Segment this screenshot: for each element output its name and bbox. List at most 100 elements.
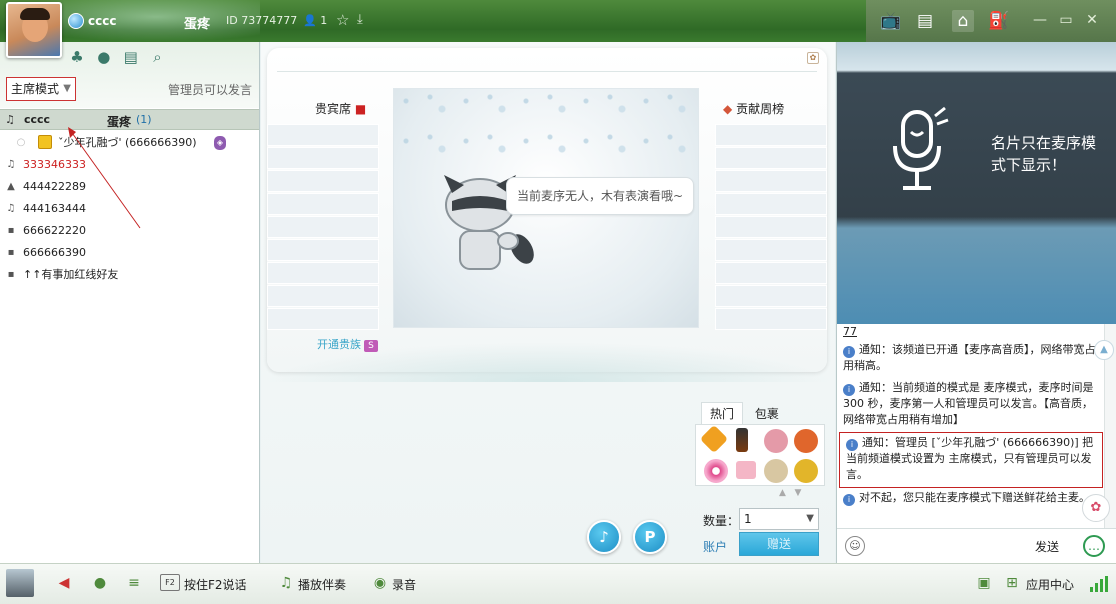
people-icon[interactable]: ♣ bbox=[68, 48, 86, 66]
card-hint: 名片只在麦序模式下显示！ bbox=[991, 134, 1097, 174]
user-list: ○ ˇ少年孔融づ' (666666390) ◈ ♫ 333346333 ▲ 44… bbox=[0, 132, 259, 286]
gift-pig-icon[interactable] bbox=[764, 429, 788, 453]
list-item[interactable]: ▪ ↑↑有事加红线好友 bbox=[0, 264, 259, 286]
gamepad-icon[interactable]: ⛽ bbox=[988, 10, 1010, 32]
microphone-icon[interactable]: ● bbox=[90, 573, 110, 593]
user-dot-icon: ▪ bbox=[7, 269, 15, 280]
chat-bubble-icon[interactable]: … bbox=[1083, 535, 1105, 557]
tab-hot[interactable]: 热门 bbox=[701, 402, 744, 424]
globe-icon[interactable] bbox=[68, 13, 84, 29]
favorite-star-icon[interactable]: ☆ bbox=[336, 11, 349, 29]
guest-seat[interactable] bbox=[267, 193, 379, 215]
list-item[interactable]: ○ ˇ少年孔融づ' (666666390) ◈ bbox=[0, 132, 259, 154]
gift-ribbon-icon[interactable] bbox=[736, 461, 756, 479]
rank-slot[interactable] bbox=[715, 193, 827, 215]
gift-face-icon[interactable] bbox=[794, 429, 818, 453]
guest-seat[interactable] bbox=[267, 216, 379, 238]
user-dot-icon: ▪ bbox=[7, 225, 15, 236]
guest-seat[interactable] bbox=[267, 147, 379, 169]
gift-bouquet-icon[interactable] bbox=[794, 459, 818, 483]
tv-icon[interactable]: 📺 bbox=[880, 10, 902, 32]
guest-seat[interactable] bbox=[267, 124, 379, 146]
list-item[interactable]: ♫ 444163444 bbox=[0, 198, 259, 220]
info-icon: i bbox=[843, 494, 855, 506]
scroll-top-icon[interactable]: ▲ bbox=[1094, 340, 1114, 360]
accompany-button[interactable]: 播放伴奏 bbox=[298, 576, 346, 593]
quantity-label: 数量： bbox=[703, 514, 740, 528]
guest-seat[interactable] bbox=[267, 262, 379, 284]
speaker-mute-icon[interactable]: ◀ bbox=[54, 573, 74, 593]
give-gift-button[interactable]: 赠送 bbox=[739, 532, 819, 556]
contrib-rank-list bbox=[715, 124, 827, 331]
stage-video: 当前麦序无人，木有表演看哦~ bbox=[393, 88, 699, 328]
bell-icon[interactable]: ♪ bbox=[587, 520, 621, 554]
list-item[interactable]: ♫ 333346333 bbox=[0, 154, 259, 176]
mode-select[interactable]: 主席模式 ▼ bbox=[6, 77, 76, 101]
rank-slot[interactable] bbox=[715, 239, 827, 261]
app-center-button[interactable]: 应用中心 bbox=[1026, 576, 1074, 593]
gift-bottle-icon[interactable] bbox=[736, 428, 748, 452]
flower-icon[interactable]: ✿ bbox=[1082, 494, 1110, 522]
rank-slot[interactable] bbox=[715, 147, 827, 169]
rank-slot[interactable] bbox=[715, 308, 827, 330]
chat-log: 77 i 通知：该频道已开通【麦序高音质】，网络带宽占用稍高。 i 通知：当前频道的… bbox=[837, 324, 1105, 534]
minimize-icon[interactable]: — bbox=[1032, 12, 1048, 28]
chat-number: 77 bbox=[843, 325, 857, 338]
user-avatar[interactable] bbox=[6, 2, 62, 58]
guest-seat-list bbox=[267, 124, 379, 331]
location-icon[interactable]: ● bbox=[95, 48, 113, 66]
restore-icon[interactable]: ▭ bbox=[1058, 12, 1074, 28]
send-button[interactable]: 发送 bbox=[1035, 538, 1059, 555]
channel-name: 蛋疼 bbox=[184, 17, 211, 32]
channel-row[interactable]: ♫ cccc 蛋疼 (1) bbox=[0, 109, 259, 130]
notes-icon[interactable]: ▤ bbox=[122, 48, 140, 66]
guest-seat[interactable] bbox=[267, 285, 379, 307]
close-icon[interactable]: ✕ bbox=[1084, 12, 1100, 28]
search-icon[interactable]: ⌕ bbox=[148, 48, 166, 66]
user-name: ↑↑有事加红线好友 bbox=[23, 268, 119, 281]
title-bar: cccc 蛋疼 ID 73774777 👤 1 ☆ ⤓ 📺 ▤ ⌂ ⛽ — ▭ … bbox=[0, 0, 1116, 42]
list-item[interactable]: ▪ 666622220 bbox=[0, 220, 259, 242]
user-dot-icon: ▪ bbox=[7, 247, 15, 258]
tab-bag[interactable]: 包裹 bbox=[747, 403, 787, 425]
rank-slot[interactable] bbox=[715, 216, 827, 238]
home-icon[interactable]: ⌂ bbox=[952, 10, 974, 32]
rank-slot[interactable] bbox=[715, 124, 827, 146]
app-store-icon[interactable]: ▣ bbox=[974, 573, 994, 593]
bottom-avatar[interactable] bbox=[6, 569, 34, 597]
chat-input-bar: ☺ 发送 … bbox=[837, 528, 1116, 563]
chat-panel: 名片只在麦序模式下显示！ 77 i 通知：该频道已开通【麦序高音质】，网络带宽占用… bbox=[836, 42, 1116, 563]
list-icon[interactable]: ▤ bbox=[914, 10, 936, 32]
title-toolbar: 📺 ▤ ⌂ ⛽ — ▭ ✕ bbox=[866, 0, 1116, 42]
download-icon[interactable]: ⤓ bbox=[357, 12, 363, 27]
gift-grid bbox=[695, 424, 825, 486]
gift-diamond-icon[interactable] bbox=[699, 424, 729, 454]
account-link[interactable]: 账户 bbox=[703, 538, 727, 555]
chat-message-text: 通知：管理员 [ˇ少年孔融づ' (666666390)] 把当前频道模式设置为 … bbox=[846, 436, 1094, 481]
list-item[interactable]: ▪ 666666390 bbox=[0, 242, 259, 264]
rank-slot[interactable] bbox=[715, 285, 827, 307]
chat-message-text: 对不起，您只能在麦序模式下赠送鲜花给主麦。 bbox=[859, 491, 1090, 504]
stage-area: ✿ 贵宾席 ■ ◆ 贡献周榜 当前麦序无人，木有表演看哦~ ♪ P 热门 包裹 … bbox=[261, 42, 835, 563]
queue-button[interactable]: P bbox=[633, 520, 667, 554]
sofa-icon: ■ bbox=[354, 102, 367, 116]
chat-message-text: 通知：该频道已开通【麦序高音质】，网络带宽占用稍高。 bbox=[843, 343, 1096, 372]
guest-seat[interactable] bbox=[267, 170, 379, 192]
quantity-select[interactable]: 1 ▼ bbox=[739, 508, 819, 530]
gift-pager[interactable]: ▲ ▼ bbox=[779, 488, 801, 498]
rank-slot[interactable] bbox=[715, 262, 827, 284]
guest-seat[interactable] bbox=[267, 308, 379, 330]
emoji-icon[interactable]: ☺ bbox=[845, 536, 865, 556]
gift-bag-icon[interactable] bbox=[764, 459, 788, 483]
mixer-icon[interactable]: ≡ bbox=[124, 573, 144, 593]
contrib-rank-label: 贡献周榜 bbox=[736, 102, 785, 116]
push-to-talk-button[interactable]: 按住F2说话 bbox=[184, 576, 247, 593]
list-item[interactable]: ▲ 444422289 bbox=[0, 176, 259, 198]
rank-slot[interactable] bbox=[715, 170, 827, 192]
gift-lollipop-icon[interactable] bbox=[704, 459, 728, 483]
channel-row-count: (1) bbox=[136, 113, 152, 126]
guest-seat[interactable] bbox=[267, 239, 379, 261]
record-button[interactable]: 录音 bbox=[392, 576, 416, 593]
user-name: 444422289 bbox=[23, 180, 86, 193]
settings-icon[interactable]: ✿ bbox=[807, 52, 819, 64]
